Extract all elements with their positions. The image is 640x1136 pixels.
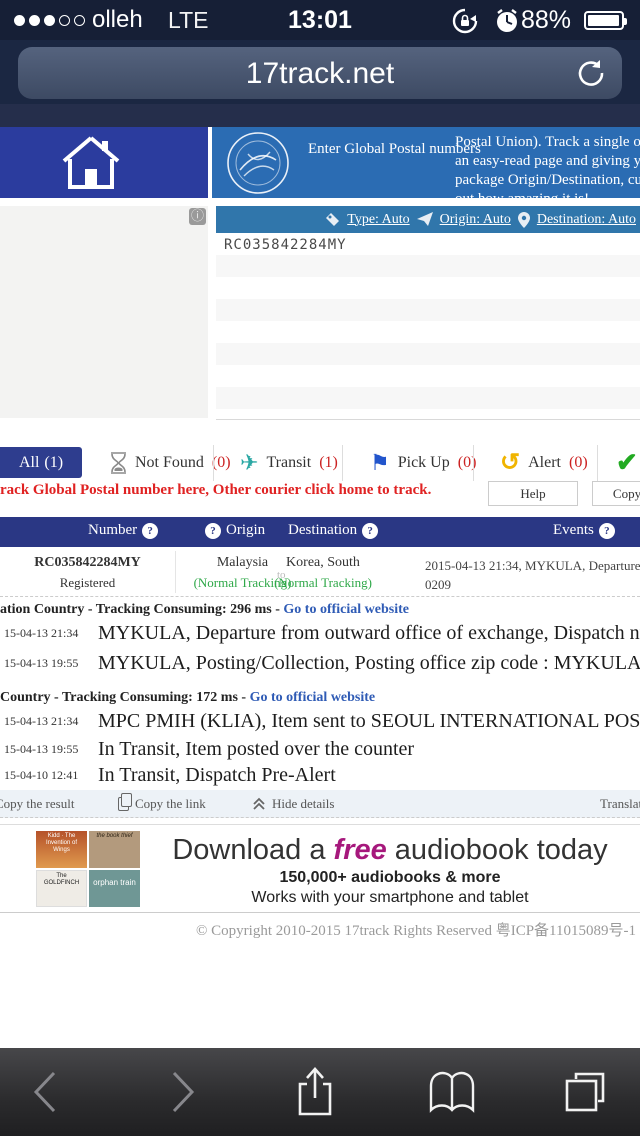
chevrons-up-icon xyxy=(252,797,266,811)
hide-details-link[interactable]: Hide details xyxy=(252,796,334,812)
tab-delivered[interactable]: ✔ xyxy=(616,447,638,478)
event-row: 15-04-13 21:34 MPC PMIH (KLIA), Item sen… xyxy=(0,710,640,738)
banner-paragraph: Postal Union). Track a single or multipl… xyxy=(455,133,640,198)
divider xyxy=(473,445,474,481)
tracking-number-input[interactable]: RC035842284MY xyxy=(216,233,640,420)
undo-icon: ↺ xyxy=(500,452,520,474)
location-pin-icon xyxy=(518,212,530,228)
translate-link[interactable]: Translat xyxy=(600,796,640,812)
help-question-icon[interactable]: ? xyxy=(362,523,378,539)
book-cover: Kidd · The Invention of Wings xyxy=(36,831,87,868)
col-origin: Origin xyxy=(226,522,265,539)
orientation-lock-icon xyxy=(452,8,478,34)
iphone-screen: olleh LTE 13:01 88% 17track.net xyxy=(0,0,640,1136)
tracking-status: Registered xyxy=(0,575,175,591)
tabs-button[interactable] xyxy=(560,1048,610,1136)
upu-logo xyxy=(224,130,292,196)
copy-button[interactable]: Copy xyxy=(592,481,640,506)
destination-country: Korea, South xyxy=(268,555,378,571)
safari-top-bar: 17track.net xyxy=(0,40,640,104)
col-number: Number xyxy=(88,522,137,539)
event-row: 15-04-13 19:55 In Transit, Item posted o… xyxy=(0,738,640,766)
destination-auto-link[interactable]: Destination: Auto xyxy=(537,212,636,228)
cup-ad[interactable]: COFFEE E CUP AT OWS HAT'S SIDE E-ORDER ⓘ xyxy=(0,206,208,418)
tracking-options-bar: Type: Auto Origin: Auto Destination: Aut… xyxy=(216,206,640,233)
site-top-strip xyxy=(0,104,640,127)
hourglass-icon xyxy=(110,452,127,474)
copy-icon xyxy=(118,797,129,811)
tab-alert[interactable]: ↺ Alert(0) xyxy=(500,447,588,478)
intro-banner: Enter Global Postal numbers Postal Union… xyxy=(212,127,640,198)
divider xyxy=(342,445,343,481)
reload-icon[interactable] xyxy=(576,58,606,88)
section-header-destination: ation Country - Tracking Consuming: 296 … xyxy=(0,602,409,618)
tab-pick-up[interactable]: ⚑ Pick Up(0) xyxy=(370,447,476,478)
audiobook-ad[interactable]: Kidd · The Invention of Wings the book t… xyxy=(0,824,640,913)
home-icon xyxy=(60,135,122,189)
divider xyxy=(213,445,214,481)
back-button[interactable] xyxy=(20,1048,70,1136)
event-row: 15-04-10 12:41 In Transit, Dispatch Pre-… xyxy=(0,764,640,792)
safari-toolbar xyxy=(0,1048,640,1136)
paper-plane-icon xyxy=(417,212,433,227)
divider xyxy=(175,551,176,593)
flag-icon: ⚑ xyxy=(370,452,390,474)
copy-result-link[interactable]: Copy the result xyxy=(0,796,74,812)
book-cover: orphan train xyxy=(89,870,140,907)
official-website-link[interactable]: Go to official website xyxy=(283,602,409,617)
ad-subline: 150,000+ audiobooks & more xyxy=(150,869,630,887)
home-button[interactable] xyxy=(0,127,208,198)
detail-footer: Copy the result Copy the link Hide detai… xyxy=(0,790,640,818)
tab-all[interactable]: All(1) xyxy=(0,447,82,478)
help-question-icon[interactable]: ? xyxy=(142,523,158,539)
help-button[interactable]: Help xyxy=(488,481,578,506)
check-icon: ✔ xyxy=(616,448,638,478)
divider xyxy=(597,445,598,481)
battery-percent: 88% xyxy=(521,6,571,35)
ad-subline: Works with your smartphone and tablet xyxy=(150,889,630,907)
copy-link-link[interactable]: Copy the link xyxy=(118,796,206,812)
col-destination: Destination xyxy=(288,522,357,539)
bookmarks-button[interactable] xyxy=(425,1048,479,1136)
tracking-notice: rack Global Postal number here, Other co… xyxy=(0,482,431,499)
share-button[interactable] xyxy=(290,1048,340,1136)
help-question-icon[interactable]: ? xyxy=(205,523,221,539)
ad-headline: Download a free audiobook today xyxy=(150,834,630,867)
plane-icon: ✈ xyxy=(240,452,258,474)
official-website-link[interactable]: Go to official website xyxy=(250,690,376,705)
address-field[interactable]: 17track.net xyxy=(18,47,622,99)
origin-auto-link[interactable]: Origin: Auto xyxy=(440,212,511,228)
book-cover: the book thief xyxy=(89,831,140,868)
tracking-result-row[interactable]: RC035842284MY Registered Malaysia (Norma… xyxy=(0,547,640,597)
copyright-text: © Copyright 2010-2015 17track Rights Res… xyxy=(196,919,636,940)
url-text: 17track.net xyxy=(18,57,622,91)
event-row: 15-04-13 19:55 MYKULA, Posting/Collectio… xyxy=(0,652,640,680)
alarm-clock-icon xyxy=(494,8,520,34)
results-table-header: Number? ? Origin Destination? Events? xyxy=(0,517,640,547)
filter-tabs: All(1) Not Found(0) ✈ Transit(1) ⚑ Pick … xyxy=(0,447,640,478)
tag-icon xyxy=(325,212,340,227)
section-header-origin: Country - Tracking Consuming: 172 ms - G… xyxy=(0,690,375,706)
tab-transit[interactable]: ✈ Transit(1) xyxy=(240,447,338,478)
col-events: Events xyxy=(553,522,594,539)
ad-info-icon[interactable]: ⓘ xyxy=(189,208,206,225)
book-cover: The GOLDFINCH xyxy=(36,870,87,907)
latest-event: 2015-04-13 21:34, MYKULA, Departure from… xyxy=(425,556,640,594)
status-bar: olleh LTE 13:01 88% xyxy=(0,0,640,40)
help-question-icon[interactable]: ? xyxy=(599,523,615,539)
battery-icon xyxy=(584,11,624,30)
event-row: 15-04-13 21:34 MYKULA, Departure from ou… xyxy=(0,622,640,650)
tracking-number: RC035842284MY xyxy=(0,555,175,571)
book-covers: Kidd · The Invention of Wings the book t… xyxy=(36,831,140,907)
forward-button[interactable] xyxy=(158,1048,208,1136)
type-auto-link[interactable]: Type: Auto xyxy=(347,212,409,228)
destination-tracking-note: (Normal Tracking) xyxy=(268,575,378,591)
